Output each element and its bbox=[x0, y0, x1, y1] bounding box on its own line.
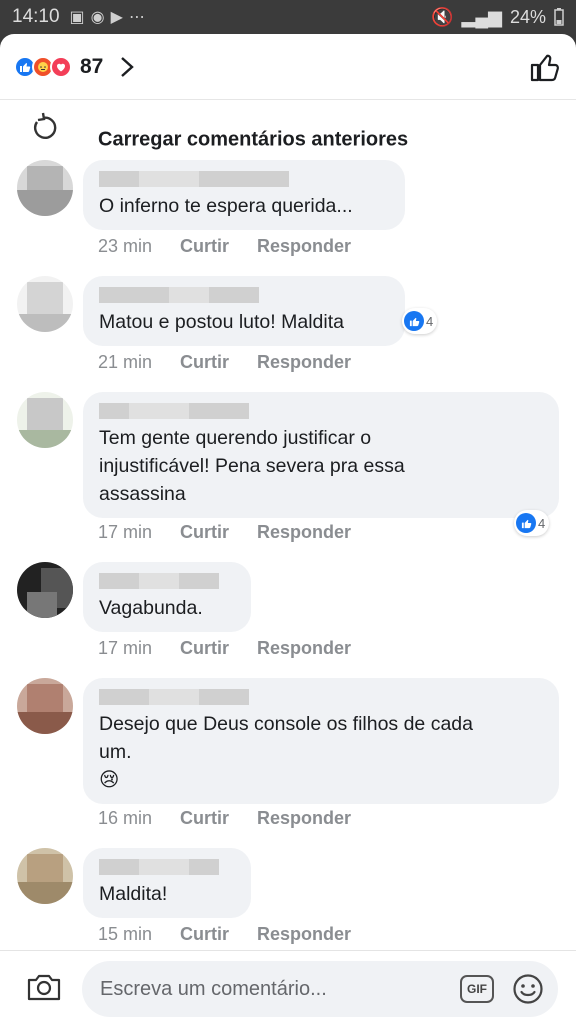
comment-item: Tem gente querendo justificar o injustif… bbox=[0, 392, 576, 552]
like-comment-button[interactable]: Curtir bbox=[180, 638, 229, 659]
avatar[interactable] bbox=[17, 276, 73, 332]
comment-item: Matou e postou luto! Maldita 4 21 min Cu… bbox=[0, 276, 576, 380]
comment-author-redacted[interactable] bbox=[99, 402, 543, 420]
reply-button[interactable]: Responder bbox=[257, 352, 351, 373]
comment-text: O inferno te espera querida... bbox=[99, 195, 353, 217]
comment-author-redacted[interactable] bbox=[99, 572, 235, 590]
emoji-icon[interactable] bbox=[512, 973, 544, 1005]
gallery-notification-icon: ▣ bbox=[69, 9, 85, 26]
comment-reactions[interactable]: 4 bbox=[402, 308, 438, 334]
avatar[interactable] bbox=[17, 562, 73, 618]
comment-item: O inferno te espera querida... 23 min Cu… bbox=[0, 160, 576, 264]
comment-bubble[interactable]: Maldita! bbox=[83, 848, 251, 918]
refresh-icon bbox=[34, 112, 57, 139]
comment-bubble[interactable]: Vagabunda. bbox=[83, 562, 251, 632]
comment-composer: GIF bbox=[0, 950, 576, 1024]
status-bar: 14:10 ▣ ◉ ▶ ⋯ 🔇 ▂▄▆ 24% bbox=[0, 0, 576, 34]
comment-bubble[interactable]: Desejo que Deus console os filhos de cad… bbox=[83, 678, 559, 804]
status-time: 14:10 bbox=[12, 6, 60, 27]
chevron-right-icon bbox=[121, 56, 135, 77]
comment-bubble[interactable]: O inferno te espera querida... bbox=[83, 160, 405, 230]
reply-button[interactable]: Responder bbox=[257, 638, 351, 659]
reaction-count: 4 bbox=[538, 515, 546, 531]
comment-meta: 21 min Curtir Responder bbox=[98, 352, 351, 373]
like-post-button[interactable] bbox=[528, 50, 562, 84]
camera-icon[interactable] bbox=[26, 971, 62, 1003]
comment-text: Vagabunda. bbox=[99, 597, 203, 619]
comment-bubble[interactable]: Matou e postou luto! Maldita bbox=[83, 276, 405, 346]
comment-time: 17 min bbox=[98, 638, 153, 658]
reply-button[interactable]: Responder bbox=[257, 924, 351, 945]
reactions-summary[interactable]: 87 bbox=[14, 55, 137, 79]
notification-icons: ▣ ◉ ▶ ⋯ bbox=[70, 7, 145, 27]
comment-input-container[interactable]: GIF bbox=[82, 961, 558, 1017]
like-comment-button[interactable]: Curtir bbox=[180, 352, 229, 373]
like-reaction-icon bbox=[404, 311, 424, 331]
comment-time: 23 min bbox=[98, 236, 153, 256]
avatar[interactable] bbox=[17, 848, 73, 904]
messenger-notification-icon: ◉ bbox=[90, 9, 105, 26]
comment-time: 17 min bbox=[98, 522, 153, 542]
mute-icon: 🔇 bbox=[431, 6, 454, 27]
comment-item: Desejo que Deus console os filhos de cad… bbox=[0, 678, 576, 838]
comment-meta: 17 min Curtir Responder bbox=[98, 522, 351, 543]
comment-meta: 15 min Curtir Responder bbox=[98, 924, 351, 945]
reply-button[interactable]: Responder bbox=[257, 522, 351, 543]
avatar[interactable] bbox=[17, 160, 73, 216]
comment-text: Tem gente querendo justificar o injustif… bbox=[99, 427, 405, 505]
comment-reactions[interactable]: 4 bbox=[514, 510, 550, 536]
comment-author-redacted[interactable] bbox=[99, 688, 543, 706]
reaction-count: 4 bbox=[426, 313, 434, 329]
comment-author-redacted[interactable] bbox=[99, 858, 235, 876]
like-reaction-icon bbox=[516, 513, 536, 533]
comment-author-redacted[interactable] bbox=[99, 170, 389, 188]
comment-meta: 23 min Curtir Responder bbox=[98, 236, 351, 257]
like-comment-button[interactable]: Curtir bbox=[180, 924, 229, 945]
comment-time: 15 min bbox=[98, 924, 153, 944]
battery-icon bbox=[554, 8, 564, 26]
comments-sheet: 87 Carregar comentários anteriores O inf… bbox=[0, 34, 576, 1024]
like-comment-button[interactable]: Curtir bbox=[180, 522, 229, 543]
comment-time: 21 min bbox=[98, 352, 153, 372]
comment-bubble[interactable]: Tem gente querendo justificar o injustif… bbox=[83, 392, 559, 518]
avatar[interactable] bbox=[17, 678, 73, 734]
signal-icon: ▂▄▆ bbox=[461, 6, 502, 27]
reaction-count: 87 bbox=[80, 54, 104, 78]
load-previous-comments[interactable]: Carregar comentários anteriores bbox=[0, 100, 576, 152]
reply-button[interactable]: Responder bbox=[257, 236, 351, 257]
reactions-header: 87 bbox=[0, 34, 576, 100]
comment-text: Maldita! bbox=[99, 883, 168, 905]
comment-meta: 16 min Curtir Responder bbox=[98, 808, 351, 829]
comment-item: Maldita! 15 min Curtir Responder bbox=[0, 848, 576, 948]
like-comment-button[interactable]: Curtir bbox=[180, 808, 229, 829]
battery-level: 24% bbox=[509, 6, 546, 27]
avatar[interactable] bbox=[17, 392, 73, 448]
gif-button[interactable]: GIF bbox=[460, 975, 494, 1003]
comment-author-redacted[interactable] bbox=[99, 286, 389, 304]
play-notification-icon: ▶ bbox=[110, 9, 123, 26]
load-previous-label: Carregar comentários anteriores bbox=[98, 128, 409, 151]
love-reaction-icon bbox=[50, 55, 72, 78]
comment-item: Vagabunda. 17 min Curtir Responder bbox=[0, 562, 576, 666]
comment-text: Desejo que Deus console os filhos de cad… bbox=[99, 713, 473, 791]
comment-text: Matou e postou luto! Maldita bbox=[99, 311, 344, 333]
like-comment-button[interactable]: Curtir bbox=[180, 236, 229, 257]
more-notifications-icon: ⋯ bbox=[128, 9, 145, 26]
comment-meta: 17 min Curtir Responder bbox=[98, 638, 351, 659]
reply-button[interactable]: Responder bbox=[257, 808, 351, 829]
comment-time: 16 min bbox=[98, 808, 153, 828]
comment-input[interactable] bbox=[100, 977, 440, 1001]
